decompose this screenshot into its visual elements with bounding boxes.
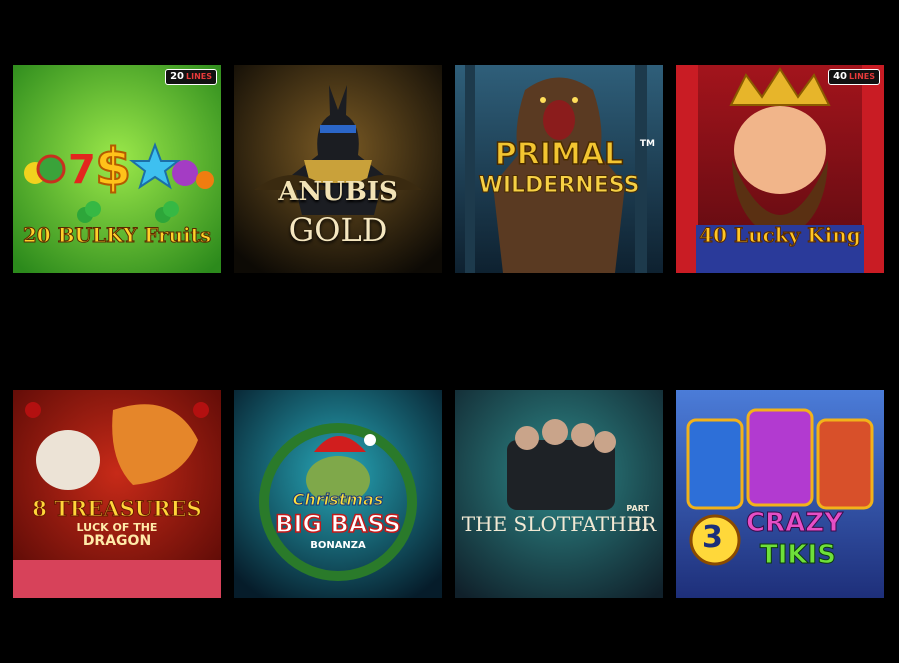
game-title-line1: Christmas xyxy=(292,490,384,510)
tiger-figure xyxy=(36,430,100,490)
lines-label: LINES xyxy=(186,72,212,81)
game-title-line3: DRAGON xyxy=(82,533,152,549)
crown-icon xyxy=(729,67,831,106)
game-title: THE SLOTFATHER xyxy=(461,512,657,536)
game-title-line1: CRAZY xyxy=(746,508,844,539)
game-title-number: 3 xyxy=(702,520,723,555)
lines-badge: 20 LINES xyxy=(165,69,217,85)
svg-text:7: 7 xyxy=(68,147,96,193)
game-title-line3: BONANZA xyxy=(310,540,366,551)
game-tile-christmas-big-bass-bonanza[interactable]: Christmas BIG BASS BONANZA xyxy=(234,390,442,598)
game-title-line2: GOLD xyxy=(288,211,388,249)
melon-icon xyxy=(36,154,66,184)
game-tile-40-lucky-king[interactable]: 40 Lucky King 40 LINES xyxy=(676,65,884,273)
tiki-purple xyxy=(746,408,814,507)
tiki-blue xyxy=(686,418,744,510)
part-label: PART xyxy=(626,504,649,513)
game-title-line2: TIKIS xyxy=(760,540,837,571)
game-tile-3-crazy-tikis[interactable]: 3 CRAZY TIKIS xyxy=(676,390,884,598)
game-title-line1: ANUBIS xyxy=(278,177,398,207)
plum-icon xyxy=(172,160,198,186)
game-title: 40 Lucky King xyxy=(699,223,862,248)
orange-icon xyxy=(196,171,214,189)
game-artwork xyxy=(455,390,663,598)
game-title: 20 BULKY Fruits xyxy=(22,223,212,248)
game-tile-8-treasures[interactable]: 8 TREASURES LUCK OF THE DRAGON xyxy=(13,390,221,598)
king-face xyxy=(734,106,826,194)
game-tile-the-slotfather-part-ii[interactable]: THE SLOTFATHER PART II xyxy=(455,390,663,598)
lines-label: LINES xyxy=(849,72,875,81)
game-title-line1: 8 TREASURES xyxy=(32,496,202,522)
tiki-red xyxy=(816,418,874,510)
game-artwork xyxy=(13,390,221,598)
game-tile-primal-wilderness[interactable]: PRIMAL WILDERNESS TM xyxy=(455,65,663,273)
lines-badge: 40 LINES xyxy=(828,69,880,85)
game-title-line2: WILDERNESS xyxy=(478,173,640,199)
game-title-line1: PRIMAL xyxy=(494,136,624,173)
game-tile-anubis-gold[interactable]: ANUBIS GOLD xyxy=(234,65,442,273)
part-number: II xyxy=(634,514,649,535)
lines-count: 40 xyxy=(833,71,847,82)
game-title-line2: BIG BASS xyxy=(274,509,401,539)
lines-count: 20 xyxy=(170,71,184,82)
svg-text:$: $ xyxy=(95,138,131,198)
game-tile-20-bulky-fruits[interactable]: 7 $ 20 BULKY Fruits 20 LINES xyxy=(13,65,221,273)
trademark-label: TM xyxy=(639,139,655,149)
